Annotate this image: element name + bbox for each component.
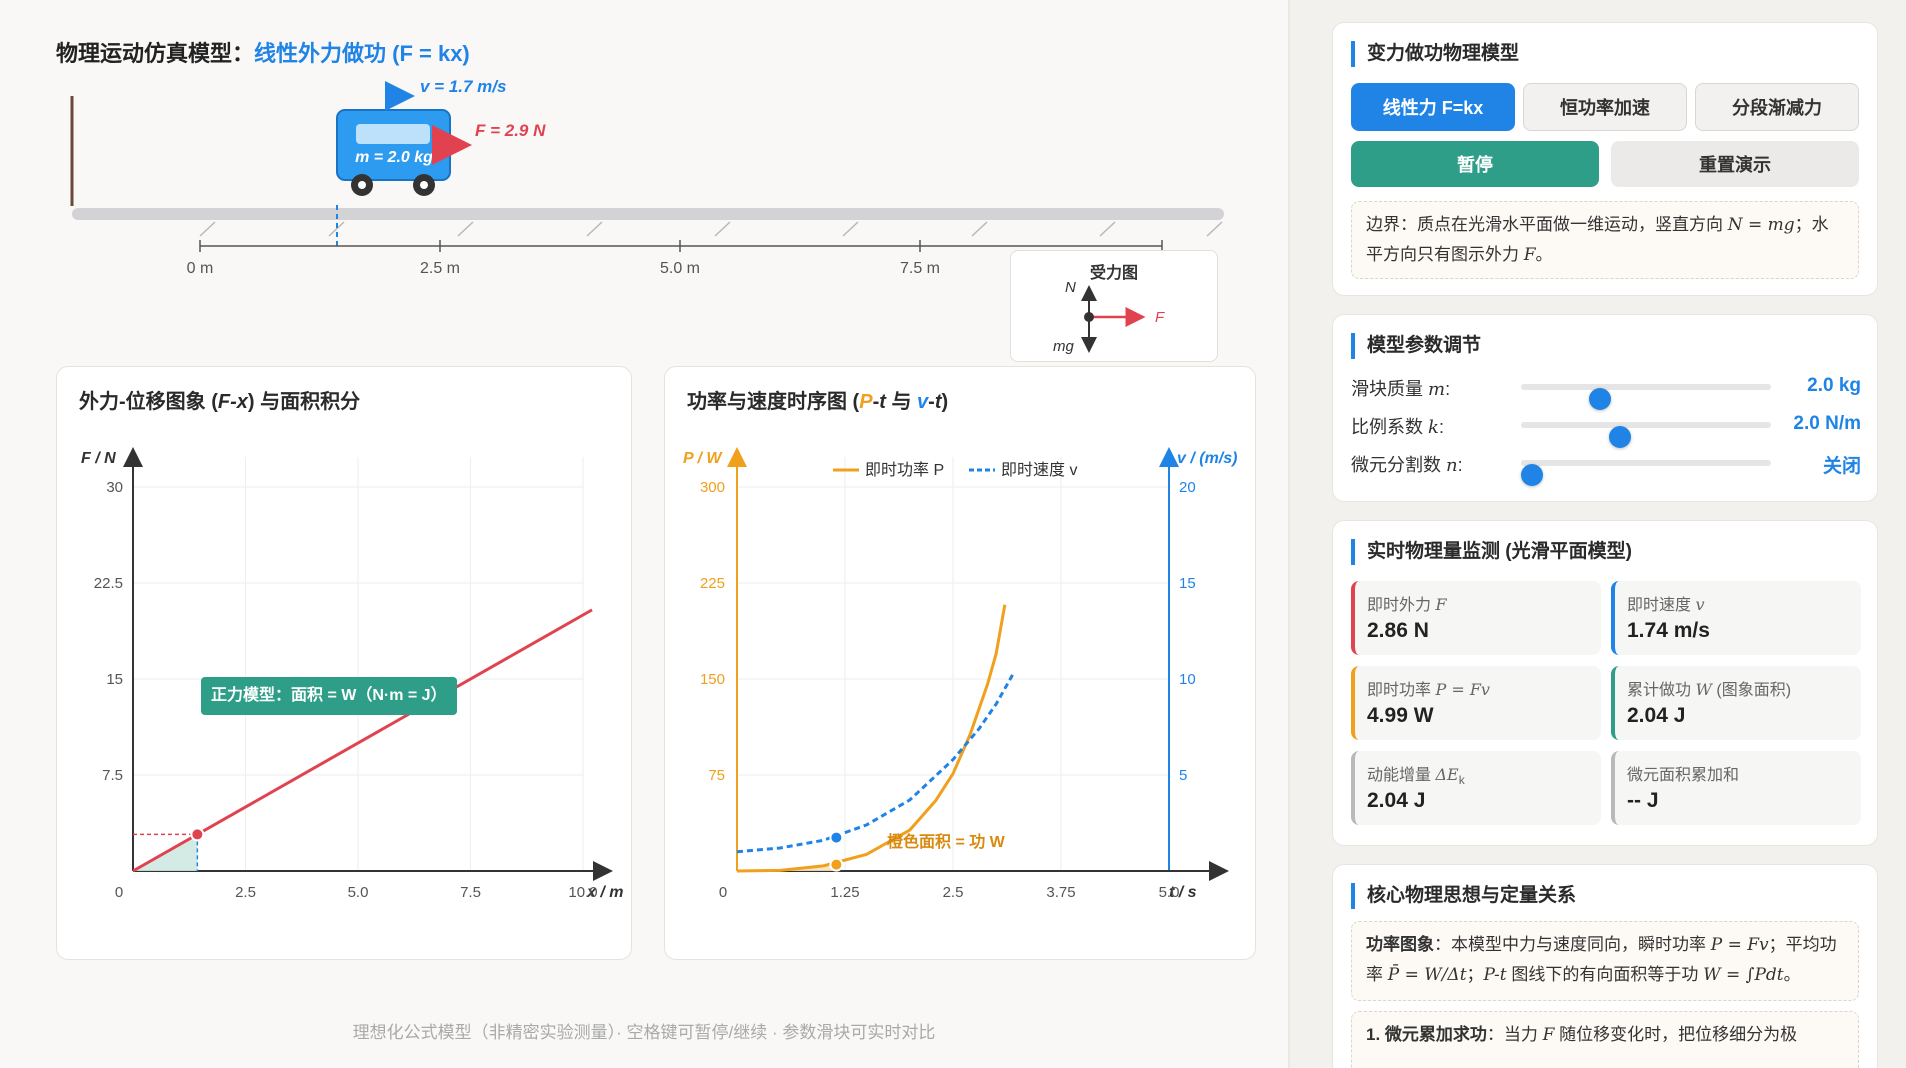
velocity-label: v = 1.7 m/s [420, 77, 506, 96]
core-concept-panel: 核心物理思想与定量关系 功率图象：本模型中力与速度同向，瞬时功率 P = Fv；… [1332, 864, 1878, 1068]
fx-current-point [190, 827, 205, 842]
force-label: F = 2.9 N [475, 121, 546, 140]
boundary-note: 边界：质点在光滑水平面做一维运动，竖直方向 N = mg；水平方向只有图示外力 … [1351, 201, 1859, 279]
pt-power-point [829, 857, 844, 872]
monitor-panel: 实时物理量监测 (光滑平面模型) 即时外力 F 2.86 N 即时速度 v 1.… [1332, 520, 1878, 846]
pt-velocity-point [829, 830, 844, 845]
pt-area-note: 橙色面积 = 功 W [887, 832, 1006, 851]
n-slider-value: 关闭 [1822, 456, 1861, 477]
pt-right-label: v / (m/s) [1177, 450, 1237, 467]
metric-power: 即时功率 P = Fv 4.99 W [1351, 666, 1601, 740]
mass-slider-row: 滑块质量 m: 2.0 kg [1351, 371, 1861, 410]
model-panel-title: 变力做功物理模型 [1351, 41, 1519, 67]
pt-x-tick: 0 [719, 884, 727, 901]
pt-x-tick: 2.5 [943, 884, 964, 901]
tab-linear-force[interactable]: 线性力 F=kx [1351, 83, 1515, 131]
k-slider-label: 比例系数 [1351, 417, 1423, 437]
pt-right-tick: 5 [1179, 767, 1187, 784]
fx-area-annotation: 正力模型：面积 = W（N·m = J） [201, 677, 457, 715]
n-slider-row: 微元分割数 n: 关闭 [1351, 447, 1861, 486]
pt-chart: P / Wv / (m/s)t / s0 1.25 2.5 3.75 5.0751502… [683, 447, 1237, 901]
title-prefix: 物理运动仿真模型： [56, 41, 255, 66]
metric-element-sum: 微元面积累加和 -- J [1611, 751, 1861, 825]
element-sum-note: 1. 微元累加求功：当力 F 随位移变化时，把位移细分为极 [1351, 1011, 1859, 1068]
control-sidebar: 变力做功物理模型 线性力 F=kx 恒功率加速 分段渐减力 暂停 重置演示 边界… [1290, 0, 1906, 1068]
power-graph-note: 功率图象：本模型中力与速度同向，瞬时功率 P = Fv；平均功率 P̄ = W/… [1351, 921, 1859, 1001]
mass-label: m = 2.0 kg [355, 149, 433, 166]
fx-x-tick: 2.5 [235, 884, 256, 901]
pt-right-tick: 10 [1179, 671, 1196, 688]
pt-x-tick: 5.0 [1159, 884, 1180, 901]
pt-left-tick: 300 [700, 479, 725, 496]
mass-slider-value: 2.0 kg [1807, 375, 1861, 396]
reset-button[interactable]: 重置演示 [1611, 141, 1859, 187]
k-slider-track[interactable] [1521, 422, 1771, 448]
mass-slider-label: 滑块质量 [1351, 379, 1423, 399]
pause-button[interactable]: 暂停 [1351, 141, 1599, 187]
legend-power-label: 即时功率 P [865, 461, 944, 479]
pt-right-tick: 15 [1179, 575, 1196, 592]
pt-x-tick: 3.75 [1046, 884, 1075, 901]
force-diagram: 受力图 N F mg [1010, 250, 1218, 362]
tab-constant-power[interactable]: 恒功率加速 [1523, 83, 1687, 131]
weight-label: mg [1053, 338, 1074, 355]
ruler-label-0: 0 m [187, 260, 214, 277]
fx-y-tick: 15 [106, 671, 123, 688]
page-title: 物理运动仿真模型：线性外力做功 (F = kx) [56, 36, 470, 68]
cart[interactable]: m = 2.0 kg [336, 109, 451, 196]
k-slider-row: 比例系数 k: 2.0 N/m [1351, 409, 1861, 448]
monitor-panel-title: 实时物理量监测 (光滑平面模型) [1351, 539, 1632, 565]
n-slider-track[interactable] [1521, 460, 1771, 486]
fx-x-tick: 5.0 [348, 884, 369, 901]
params-panel-title: 模型参数调节 [1351, 333, 1481, 359]
track-surface [72, 208, 1224, 220]
pt-right-tick: 20 [1179, 479, 1196, 496]
metric-force: 即时外力 F 2.86 N [1351, 581, 1601, 655]
k-slider-knob[interactable] [1608, 426, 1631, 448]
n-slider-label: 微元分割数 [1351, 455, 1441, 475]
ruler-label-7.5: 7.5 m [900, 260, 940, 277]
fx-x-tick: 10.0 [568, 884, 597, 901]
fx-x-tick: 0 [115, 884, 123, 901]
legend-velocity-label: 即时速度 v [1001, 461, 1077, 479]
pt-left-label: P / W [683, 450, 723, 467]
fx-x-tick: 7.5 [460, 884, 481, 901]
pt-x-tick: 1.25 [830, 884, 859, 901]
pt-left-tick: 225 [700, 575, 725, 592]
fx-y-label: F / N [81, 450, 116, 467]
ruler-label-2.5: 2.5 m [420, 260, 460, 277]
pt-power-curve [736, 604, 1007, 873]
normal-force-label: N [1065, 279, 1076, 296]
model-panel: 变力做功物理模型 线性力 F=kx 恒功率加速 分段渐减力 暂停 重置演示 边界… [1332, 22, 1878, 296]
k-slider-value: 2.0 N/m [1793, 413, 1861, 434]
pt-chart-card: 功率与速度时序图 (P-t 与 v-t) P / Wv / (m/s) t / s… [664, 366, 1256, 960]
metric-kinetic-energy: 动能增量 ΔEk 2.04 J [1351, 751, 1601, 825]
tab-piecewise-force[interactable]: 分段渐减力 [1695, 83, 1859, 131]
metric-work: 累计做功 W (图象面积) 2.04 J [1611, 666, 1861, 740]
fx-y-tick: 22.5 [94, 575, 123, 592]
force-diagram-arrows: N F mg [1053, 279, 1165, 355]
fx-y-tick: 7.5 [102, 767, 123, 784]
pt-left-tick: 150 [700, 671, 725, 688]
metric-velocity: 即时速度 v 1.74 m/s [1611, 581, 1861, 655]
n-slider-knob[interactable] [1521, 464, 1543, 486]
title-model: 线性外力做功 (F = kx) [254, 41, 470, 66]
simulation-area: 物理运动仿真模型：线性外力做功 (F = kx) 0 m 2.5 m 5.0 m… [0, 0, 1288, 1068]
footer-hint: 理想化公式模型（非精密实验测量）· 空格键可暂停/继续 · 参数滑块可实时对比 [352, 1023, 936, 1042]
fx-chart-card: 外力-位移图象 (F-x) 与面积积分 F / Nx / m 0 2.5 5.0 7.5… [56, 366, 632, 960]
pt-left-tick: 75 [708, 767, 725, 784]
ruler-label-5: 5.0 m [660, 260, 700, 277]
ground-hatching [199, 221, 1223, 237]
core-panel-title: 核心物理思想与定量关系 [1351, 883, 1576, 909]
fx-y-tick: 30 [106, 479, 123, 496]
params-panel: 模型参数调节 滑块质量 m: 2.0 kg 比例系数 k: 2.0 N/m 微元… [1332, 314, 1878, 502]
mass-slider-track[interactable] [1521, 384, 1771, 410]
applied-force-label: F [1155, 309, 1165, 326]
mass-slider-knob[interactable] [1588, 388, 1611, 410]
pt-velocity-curve [736, 672, 1015, 854]
fx-chart: F / Nx / m0 2.5 5.0 7.5 10.07.51522.530 [81, 447, 623, 901]
